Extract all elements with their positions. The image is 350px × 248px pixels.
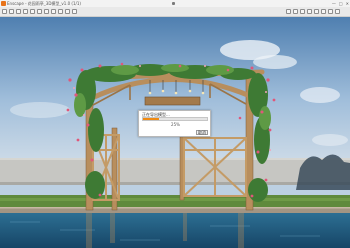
asset-library-icon[interactable] [30, 9, 35, 14]
close-button[interactable]: ✕ [346, 1, 349, 6]
help-icon[interactable] [307, 9, 312, 14]
views-icon[interactable] [300, 9, 305, 14]
toolbar [0, 7, 350, 17]
more-icon[interactable] [328, 9, 333, 14]
video-icon[interactable] [9, 9, 14, 14]
view-icon[interactable] [44, 9, 49, 14]
minimize-button[interactable]: — [332, 1, 336, 6]
maximize-button[interactable]: □ [339, 1, 343, 6]
batch-icon[interactable] [23, 9, 28, 14]
progress-bar [142, 117, 208, 121]
panorama-icon[interactable] [16, 9, 21, 14]
light-icon[interactable] [58, 9, 63, 14]
account-icon[interactable] [321, 9, 326, 14]
export-progress-dialog: 正在导出模型... 25% 取消 [138, 110, 211, 137]
camera-icon[interactable] [51, 9, 56, 14]
capture-settings-icon[interactable] [293, 9, 298, 14]
window-title: Enscape - 花园雨亭_3D模型_v1.0 (1/1) [7, 1, 81, 6]
cancel-button[interactable]: 取消 [196, 130, 208, 135]
tab-handle-icon[interactable] [172, 2, 175, 5]
render-mode-icon[interactable] [286, 9, 291, 14]
settings-icon[interactable] [65, 9, 70, 14]
window-controls: — □ ✕ [332, 1, 349, 6]
sync-icon[interactable] [37, 9, 42, 14]
app-icon [1, 1, 6, 6]
progress-percent: 25% [171, 122, 180, 127]
visual-settings-icon[interactable] [72, 9, 77, 14]
render-viewport[interactable]: 正在导出模型... 25% 取消 [0, 17, 350, 248]
progress-bar-fill [143, 118, 159, 120]
capture-icon[interactable] [2, 9, 7, 14]
feedback-icon[interactable] [314, 9, 319, 14]
share-icon[interactable] [335, 9, 340, 14]
